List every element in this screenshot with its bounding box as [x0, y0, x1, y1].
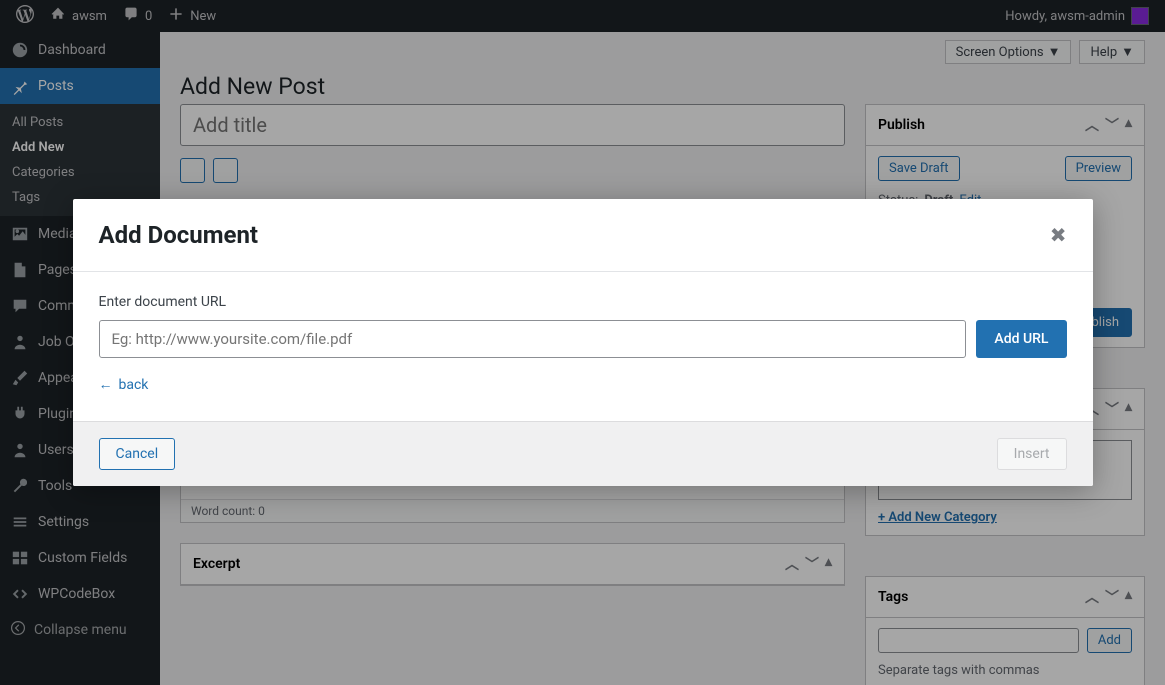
add-document-modal: Add Document ✖ Enter document URL Add UR…	[73, 199, 1093, 486]
close-icon[interactable]: ✖	[1050, 223, 1067, 247]
cancel-button[interactable]: Cancel	[99, 438, 176, 470]
insert-button[interactable]: Insert	[997, 438, 1067, 470]
url-label: Enter document URL	[99, 294, 1067, 310]
modal-overlay[interactable]: Add Document ✖ Enter document URL Add UR…	[0, 0, 1165, 685]
modal-title: Add Document	[99, 221, 259, 249]
back-link[interactable]: ← back	[99, 376, 149, 393]
document-url-input[interactable]	[99, 320, 967, 358]
arrow-left-icon: ←	[99, 376, 113, 393]
back-label: back	[119, 377, 149, 393]
add-url-button[interactable]: Add URL	[976, 320, 1066, 358]
